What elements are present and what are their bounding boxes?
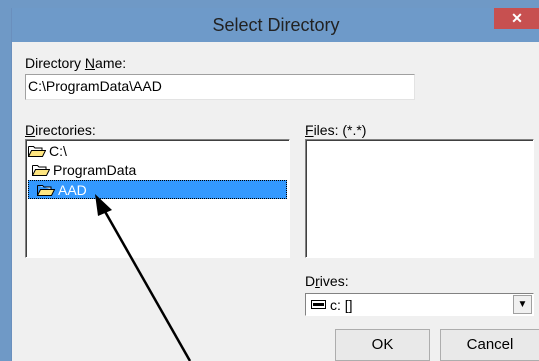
annotation-arrow	[95, 194, 192, 361]
